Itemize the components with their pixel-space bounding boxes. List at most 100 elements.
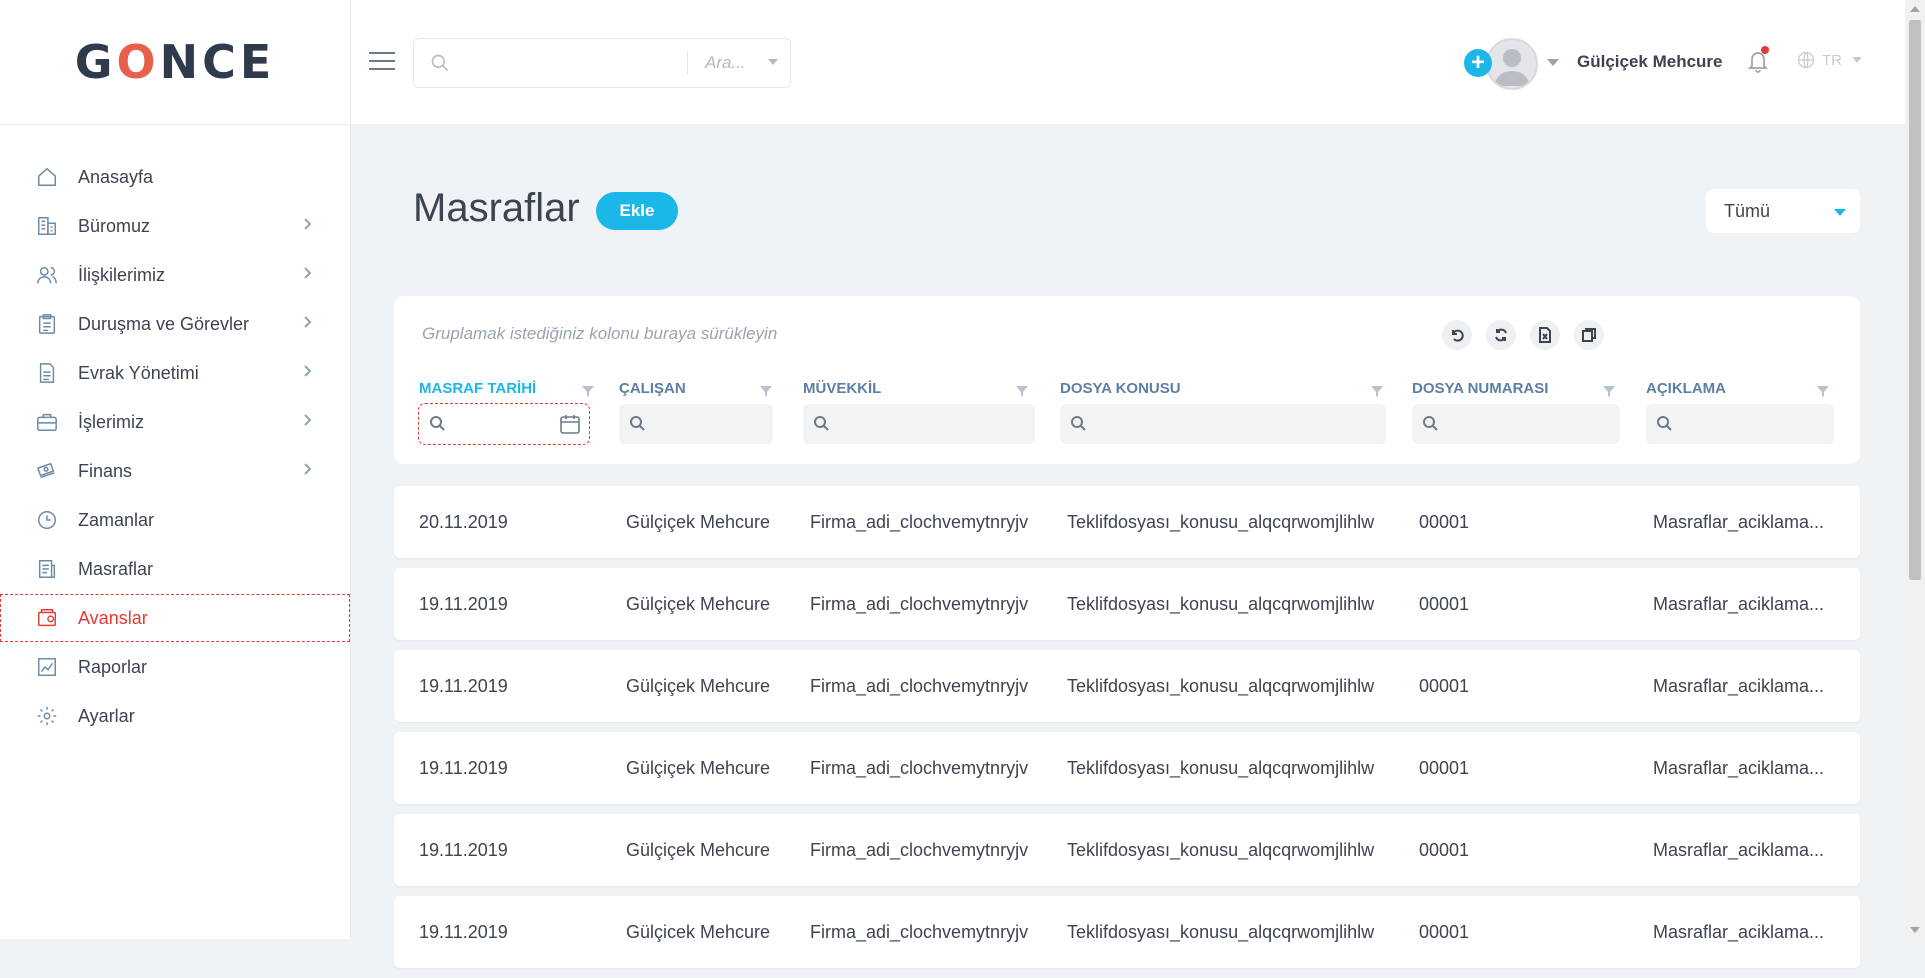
column-title[interactable]: ÇALIŞAN [619, 380, 686, 397]
scrollbar-thumb[interactable] [1909, 20, 1921, 580]
sidebar-item-islerimiz[interactable]: İşlerimiz [0, 398, 350, 446]
menu-toggle-icon[interactable] [369, 52, 395, 72]
search-icon [429, 415, 445, 431]
chevron-down-icon [1852, 57, 1862, 63]
calendar-icon[interactable] [559, 413, 581, 435]
quick-add-button[interactable]: + [1464, 49, 1492, 77]
sidebar-item-evrak[interactable]: Evrak Yönetimi [0, 349, 350, 397]
column-title[interactable]: DOSYA KONUSU [1060, 380, 1181, 397]
sidebar-item-label: Duruşma ve Görevler [78, 313, 250, 334]
sidebar-item-avanslar[interactable]: Avanslar [0, 594, 350, 642]
sidebar-item-durusma[interactable]: Duruşma ve Görevler [0, 300, 350, 348]
status-filter-value: Tümü [1724, 201, 1771, 221]
table-row[interactable]: 19.11.2019 Gülçiçek Mehcure Firma_adi_cl… [394, 732, 1860, 804]
search-scope-select[interactable]: Ara... [705, 53, 746, 73]
sidebar-item-label: Avanslar [78, 607, 148, 628]
column-header-calisan[interactable]: ÇALIŞAN [619, 380, 773, 460]
clock-icon [36, 509, 58, 531]
sidebar-item-label: Büromuz [78, 215, 151, 236]
filter-funnel-icon[interactable] [1602, 384, 1616, 398]
cell-masraf-tarihi: 19.11.2019 [419, 676, 508, 696]
column-header-muvekkil[interactable]: MÜVEKKİL [803, 380, 1037, 460]
table-row[interactable]: 19.11.2019 Gülçiçek Mehcure Firma_adi_cl… [394, 568, 1860, 640]
language-selector[interactable]: TR [1796, 50, 1862, 70]
filter-funnel-icon[interactable] [1816, 384, 1830, 398]
cell-dosya-konusu: Teklifdosyası_konusu_alqcqrwomjlihlw [1067, 840, 1375, 860]
column-title[interactable]: MASRAF TARİHİ [419, 380, 536, 397]
filter-funnel-icon[interactable] [1370, 384, 1384, 398]
cell-muvekkil: Firma_adi_clochvemytnryjv [810, 676, 1029, 696]
user-menu-chevron-icon[interactable] [1547, 59, 1559, 66]
scroll-down-icon[interactable] [1910, 927, 1920, 933]
filter-funnel-icon[interactable] [759, 384, 773, 398]
column-title[interactable]: MÜVEKKİL [803, 380, 881, 397]
table-row[interactable]: 19.11.2019 Gülçiçek Mehcure Firma_adi_cl… [394, 650, 1860, 722]
calisan-filter-input[interactable] [619, 404, 773, 444]
cell-calisan: Gülçiçek Mehcure [626, 594, 771, 614]
home-icon [36, 166, 58, 188]
undo-button[interactable] [1442, 320, 1472, 350]
table-row[interactable]: 19.11.2019 Gülçicek Mehcure Firma_adi_cl… [394, 896, 1860, 968]
sidebar-item-iliskilerimiz[interactable]: İlişkilerimiz [0, 251, 350, 299]
column-header-dosya-konusu[interactable]: DOSYA KONUSU [1060, 380, 1388, 460]
sidebar-item-finans[interactable]: Finans [0, 447, 350, 495]
date-filter-input[interactable] [418, 403, 590, 445]
search-icon [1422, 415, 1438, 431]
cell-dosya-konusu: Teklifdosyası_konusu_alqcqrwomjlihlw [1067, 594, 1375, 614]
cell-calisan: Gülçiçek Mehcure [626, 758, 771, 778]
scroll-up-icon[interactable] [1910, 6, 1920, 12]
bell-icon[interactable] [1746, 46, 1770, 74]
aciklama-filter-input[interactable] [1646, 404, 1834, 444]
dosya-konusu-filter-input[interactable] [1060, 404, 1386, 444]
sidebar-item-label: Evrak Yönetimi [78, 362, 199, 383]
chevron-down-icon[interactable] [768, 59, 778, 65]
chevron-right-icon [300, 462, 314, 476]
sidebar-item-ayarlar[interactable]: Ayarlar [0, 692, 350, 740]
cell-aciklama: Masraflar_aciklama... [1653, 922, 1825, 942]
avatar[interactable] [1486, 38, 1538, 90]
receipt-icon [36, 558, 58, 580]
sidebar-item-masraflar[interactable]: Masraflar [0, 545, 350, 593]
group-panel-hint[interactable]: Gruplamak istediğiniz kolonu buraya sürü… [422, 324, 777, 344]
sidebar-item-anasayfa[interactable]: Anasayfa [0, 153, 350, 201]
search-input[interactable] [462, 49, 686, 79]
table-row[interactable]: 20.11.2019 Gülçiçek Mehcure Firma_adi_cl… [394, 486, 1860, 558]
cell-calisan: Gülçicek Mehcure [626, 922, 771, 942]
column-header-aciklama[interactable]: AÇIKLAMA [1646, 380, 1836, 460]
table-row[interactable]: 19.11.2019 Gülçiçek Mehcure Firma_adi_cl… [394, 814, 1860, 886]
page-scrollbar[interactable] [1905, 0, 1925, 939]
column-chooser-button[interactable] [1574, 320, 1604, 350]
filter-funnel-icon[interactable] [581, 384, 595, 398]
document-icon [36, 362, 58, 384]
sidebar-item-label: Ayarlar [78, 705, 135, 726]
cell-dosya-konusu: Teklifdosyası_konusu_alqcqrwomjlihlw [1067, 676, 1375, 696]
filter-funnel-icon[interactable] [1015, 384, 1029, 398]
excel-export-button[interactable] [1530, 320, 1560, 350]
sidebar-item-zamanlar[interactable]: Zamanlar [0, 496, 350, 544]
building-icon [36, 215, 58, 237]
status-filter-select[interactable]: Tümü [1706, 189, 1860, 233]
wallet-icon [36, 607, 58, 629]
column-header-dosya-numarasi[interactable]: DOSYA NUMARASI [1412, 380, 1622, 460]
column-header-masraf-tarihi[interactable]: MASRAF TARİHİ [418, 380, 595, 460]
cell-masraf-tarihi: 19.11.2019 [419, 594, 508, 614]
dosya-numarasi-filter-input[interactable] [1412, 404, 1620, 444]
app-logo[interactable]: G O NCE [0, 0, 350, 125]
excel-icon [1539, 327, 1551, 343]
cell-masraf-tarihi: 19.11.2019 [419, 758, 508, 778]
column-title[interactable]: DOSYA NUMARASI [1412, 380, 1548, 397]
sidebar-item-raporlar[interactable]: Raporlar [0, 643, 350, 691]
sidebar-item-buromuz[interactable]: Büromuz [0, 202, 350, 250]
cell-dosya-numarasi: 00001 [1419, 922, 1470, 942]
money-icon [36, 460, 58, 482]
grid-header-card: Gruplamak istediğiniz kolonu buraya sürü… [394, 296, 1860, 464]
add-button[interactable]: Ekle [596, 192, 678, 230]
column-chooser-icon [1582, 328, 1596, 342]
muvekkil-filter-input[interactable] [803, 404, 1035, 444]
cell-masraf-tarihi: 19.11.2019 [419, 840, 508, 860]
user-name[interactable]: Gülçiçek Mehcure [1577, 52, 1723, 72]
refresh-button[interactable] [1486, 320, 1516, 350]
column-title[interactable]: AÇIKLAMA [1646, 380, 1726, 397]
sidebar: G O NCE Anasayfa Büromuz İlişkilerimiz Dur… [0, 0, 351, 939]
chevron-right-icon [300, 364, 314, 378]
